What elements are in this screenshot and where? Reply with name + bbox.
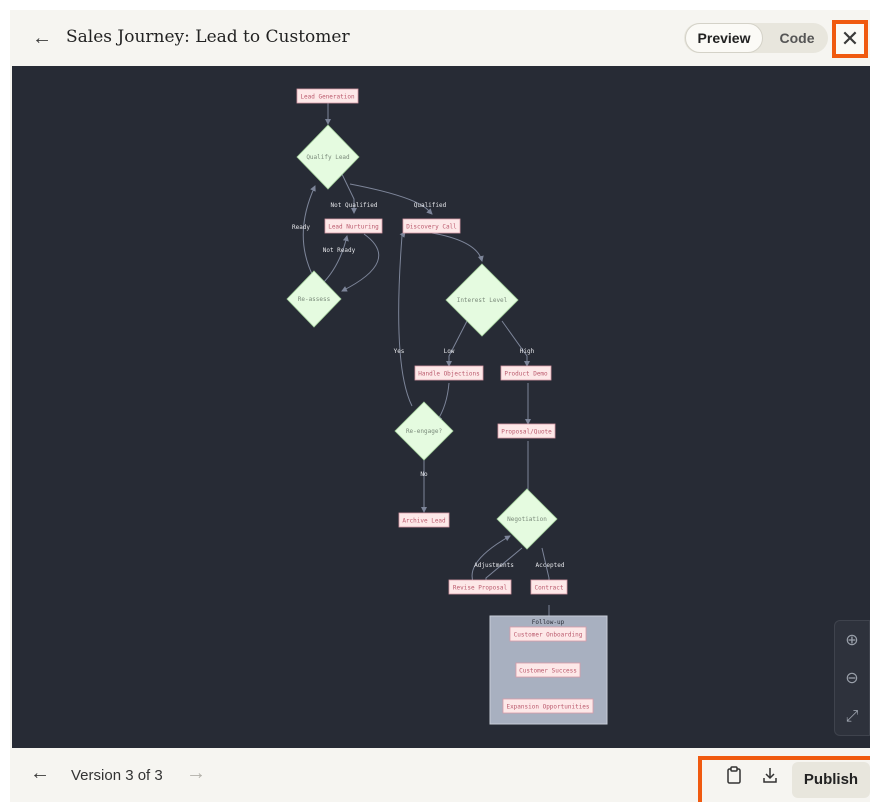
- svg-text:Handle Objections: Handle Objections: [418, 371, 480, 378]
- back-button[interactable]: ←: [30, 26, 54, 50]
- node-proposal-quote[interactable]: Proposal/Quote: [497, 423, 556, 439]
- download-button[interactable]: [756, 766, 784, 794]
- node-re-assess[interactable]: Re-assess: [286, 270, 342, 328]
- svg-text:Re-assess: Re-assess: [298, 296, 331, 303]
- version-label: Version 3 of 3: [71, 767, 163, 784]
- zoom-out-icon: ⊖: [845, 670, 859, 687]
- arrow-left-icon: ←: [32, 27, 52, 49]
- zoom-in-button[interactable]: ⊕: [835, 623, 869, 659]
- footer: ← Version 3 of 3 → Publish: [10, 748, 870, 802]
- code-tab[interactable]: Code: [768, 23, 826, 53]
- close-icon: ✕: [840, 26, 860, 51]
- node-handle-objections[interactable]: Handle Objections: [414, 365, 484, 381]
- node-customer-onboarding[interactable]: Customer Onboarding: [509, 626, 587, 642]
- zoom-out-button[interactable]: ⊖: [835, 661, 869, 697]
- svg-text:Interest Level: Interest Level: [457, 297, 508, 304]
- diagram-canvas[interactable]: Follow-up Lead Generation Lead Nurturing…: [12, 66, 870, 748]
- copy-button[interactable]: [720, 766, 748, 794]
- node-lead-nurturing[interactable]: Lead Nurturing: [324, 218, 383, 234]
- node-discovery-call[interactable]: Discovery Call: [402, 218, 461, 234]
- edge-label-high: High: [520, 348, 535, 355]
- subgraph-label: Follow-up: [532, 619, 565, 626]
- node-qualify-lead[interactable]: Qualify Lead: [296, 124, 360, 190]
- header: ← Sales Journey: Lead to Customer Previe…: [10, 10, 870, 66]
- edge-label-adjustments: Adjustments: [474, 562, 514, 569]
- svg-text:Negotiation: Negotiation: [507, 516, 547, 523]
- edge-label-low: Low: [444, 348, 455, 355]
- fit-view-button[interactable]: ⤢: [835, 699, 869, 735]
- close-button[interactable]: ✕: [832, 20, 868, 58]
- arrow-right-icon: →: [186, 762, 206, 784]
- preview-tab[interactable]: Preview: [685, 23, 763, 53]
- svg-text:Customer Onboarding: Customer Onboarding: [514, 632, 583, 639]
- flowchart-svg: Follow-up Lead Generation Lead Nurturing…: [286, 88, 608, 725]
- publish-button[interactable]: Publish: [792, 762, 870, 798]
- svg-text:Lead Generation: Lead Generation: [300, 94, 355, 101]
- edge-label-qualified: Qualified: [414, 202, 447, 209]
- node-expansion-opportunities[interactable]: Expansion Opportunities: [502, 698, 594, 714]
- arrow-left-icon: ←: [30, 762, 50, 784]
- node-revise-proposal[interactable]: Revise Proposal: [448, 579, 512, 595]
- page-title: Sales Journey: Lead to Customer: [66, 27, 350, 47]
- download-icon: [763, 768, 777, 783]
- svg-text:Customer Success: Customer Success: [519, 668, 577, 675]
- artifact-window: ← Sales Journey: Lead to Customer Previe…: [10, 10, 870, 802]
- node-contract[interactable]: Contract: [530, 579, 568, 595]
- edge-label-ready: Ready: [292, 224, 310, 231]
- svg-text:Lead Nurturing: Lead Nurturing: [328, 224, 379, 231]
- svg-text:Archive Lead: Archive Lead: [402, 518, 446, 525]
- view-toggle: Preview Code: [684, 23, 828, 53]
- svg-text:Product Demo: Product Demo: [504, 371, 548, 378]
- svg-text:Discovery Call: Discovery Call: [406, 224, 457, 231]
- svg-text:Proposal/Quote: Proposal/Quote: [501, 429, 552, 436]
- edge-label-not-ready: Not Ready: [323, 247, 356, 254]
- edge-label-no: No: [420, 471, 428, 478]
- zoom-controls: ⊕ ⊖ ⤢: [834, 620, 870, 736]
- node-re-engage[interactable]: Re-engage?: [394, 401, 454, 461]
- node-interest-level[interactable]: Interest Level: [445, 263, 519, 337]
- edge-label-not-qualified: Not Qualified: [331, 202, 378, 209]
- zoom-in-icon: ⊕: [845, 632, 859, 649]
- clipboard-icon: [727, 766, 741, 784]
- node-customer-success[interactable]: Customer Success: [515, 662, 581, 678]
- svg-text:Contract: Contract: [535, 585, 564, 592]
- svg-text:Revise Proposal: Revise Proposal: [453, 585, 508, 592]
- svg-text:Expansion Opportunities: Expansion Opportunities: [506, 704, 589, 711]
- action-group: Publish: [698, 756, 870, 802]
- svg-text:Re-engage?: Re-engage?: [406, 428, 443, 435]
- expand-icon: ⤢: [845, 708, 859, 725]
- edge-label-yes: Yes: [394, 348, 405, 355]
- next-version-button[interactable]: →: [186, 762, 206, 785]
- node-archive-lead[interactable]: Archive Lead: [398, 512, 450, 528]
- node-negotiation[interactable]: Negotiation: [496, 488, 558, 550]
- edge-label-accepted: Accepted: [536, 562, 565, 569]
- previous-version-button[interactable]: ←: [30, 762, 50, 785]
- edges: [302, 103, 552, 705]
- node-lead-generation[interactable]: Lead Generation: [296, 88, 359, 104]
- svg-text:Qualify Lead: Qualify Lead: [306, 154, 350, 161]
- node-product-demo[interactable]: Product Demo: [500, 365, 552, 381]
